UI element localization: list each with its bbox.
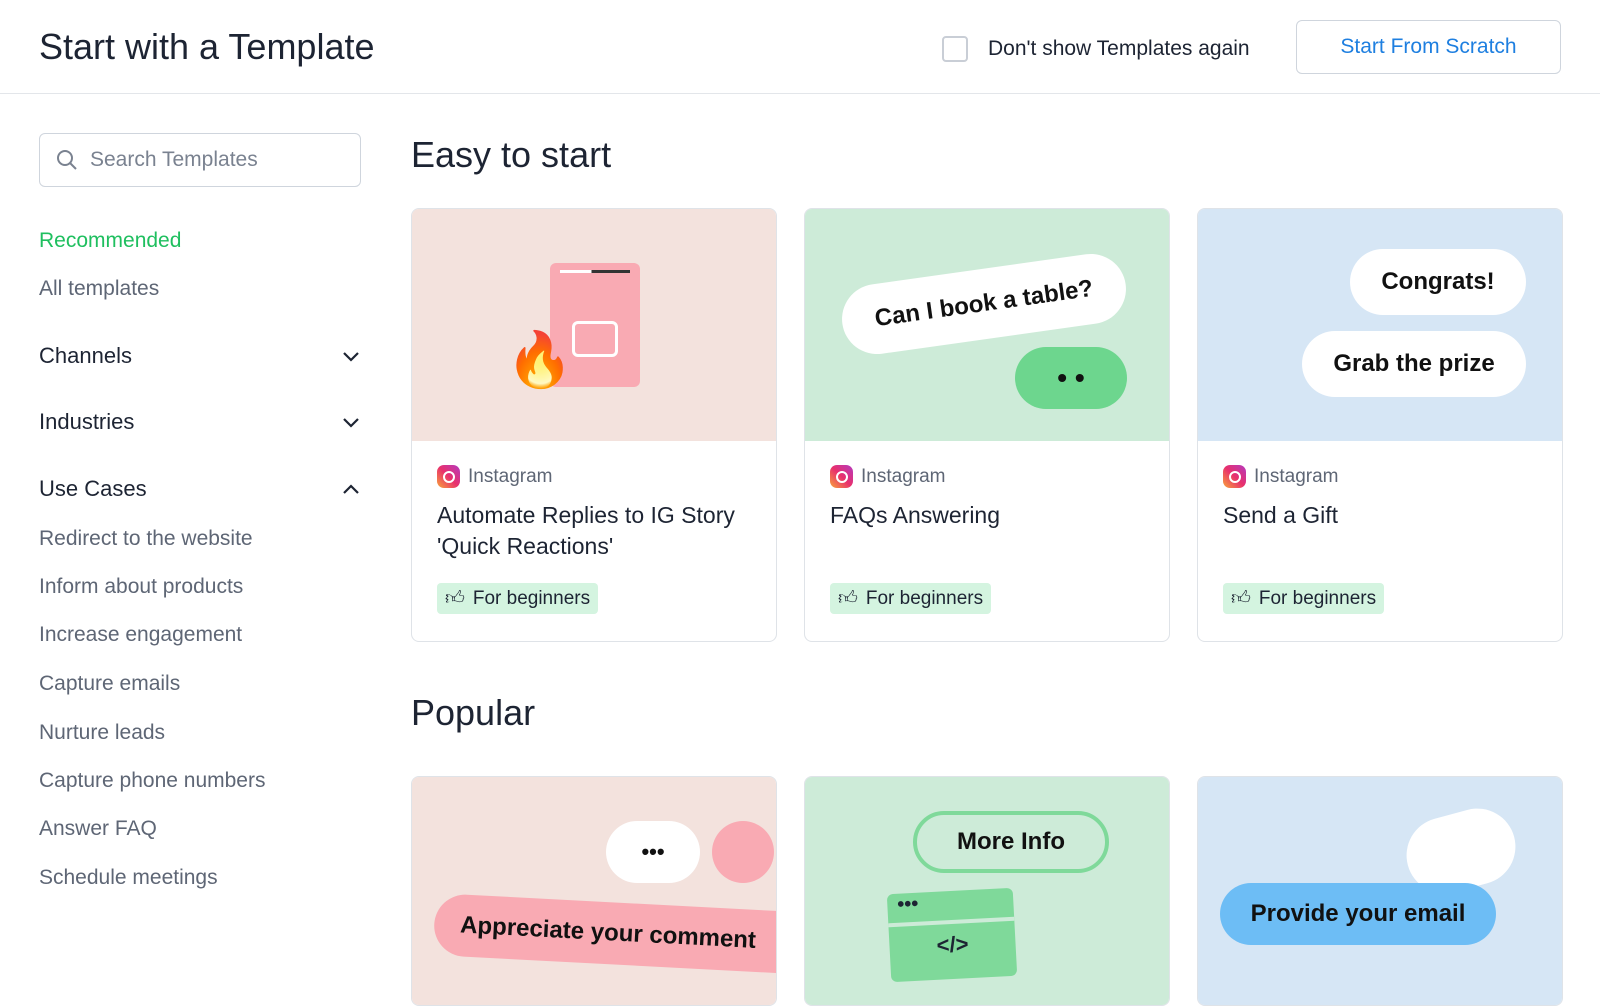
channel-label: Instagram: [1254, 465, 1339, 487]
checkbox-label: Don't show Templates again: [988, 37, 1250, 60]
thumbs-up-icon: 👍︎: [1231, 588, 1251, 609]
beginner-badge: 👍︎ For beginners: [830, 583, 992, 614]
card-illustration: ••• Appreciate your comment: [412, 777, 776, 1005]
use-case-item[interactable]: Capture emails: [39, 672, 180, 696]
code-label: </>: [888, 916, 1017, 962]
header: Start with a Template Don't show Templat…: [0, 0, 1600, 94]
card-illustration: Congrats! Grab the prize: [1198, 209, 1562, 441]
template-card[interactable]: Can I book a table? • • Instagram FAQs A…: [804, 208, 1170, 642]
card-illustration: 🔥: [412, 209, 776, 441]
chevron-down-icon: [343, 352, 359, 362]
chat-bubble: Grab the prize: [1302, 331, 1526, 397]
more-info-button-illustration: More Info: [913, 811, 1109, 873]
chat-bubble: Can I book a table?: [837, 249, 1131, 359]
chat-bubble: Provide your email: [1220, 883, 1496, 945]
checkbox[interactable]: [942, 36, 968, 62]
use-case-item[interactable]: Increase engagement: [39, 623, 242, 647]
section-industries[interactable]: Industries: [39, 409, 361, 435]
industries-label: Industries: [39, 409, 135, 434]
use-case-item[interactable]: Schedule meetings: [39, 866, 218, 890]
chevron-up-icon: [343, 484, 359, 494]
channel-label: Instagram: [468, 465, 553, 487]
nav-all-templates[interactable]: All templates: [39, 277, 159, 301]
card-title: FAQs Answering: [830, 502, 1001, 528]
card-illustration: More Info ••• </>: [805, 777, 1169, 1005]
chat-bubble: Appreciate your comment: [432, 893, 776, 975]
card-illustration: Can I book a table? • •: [805, 209, 1169, 441]
card-title: Automate Replies to IG Story 'Quick Reac…: [437, 502, 735, 559]
section-title-easy: Easy to start: [411, 134, 612, 175]
card-illustration: Provide your email: [1198, 777, 1562, 1005]
instagram-icon: [830, 465, 853, 488]
chat-bubble: Congrats!: [1350, 249, 1526, 315]
chevron-down-icon: [343, 418, 359, 428]
sidebar: Search Templates Recommended All templat…: [39, 133, 361, 889]
template-card[interactable]: 🔥 Instagram Automate Replies to IG Story…: [411, 208, 777, 642]
code-window-icon: ••• </>: [886, 887, 1018, 983]
search-placeholder: Search Templates: [90, 148, 258, 171]
template-card[interactable]: ••• Appreciate your comment: [411, 776, 777, 1006]
instagram-icon: [437, 465, 460, 488]
dont-show-checkbox[interactable]: Don't show Templates again: [942, 36, 1250, 62]
page-title: Start with a Template: [39, 25, 375, 67]
use-case-item[interactable]: Nurture leads: [39, 721, 165, 745]
thumbs-up-icon: 👍︎: [838, 588, 858, 609]
instagram-icon: [1223, 465, 1246, 488]
use-cases-label: Use Cases: [39, 476, 147, 501]
use-case-item[interactable]: Redirect to the website: [39, 527, 253, 551]
section-title-popular: Popular: [411, 692, 536, 733]
card-title: Send a Gift: [1223, 502, 1339, 528]
badge-label: For beginners: [472, 587, 591, 609]
use-case-item[interactable]: Answer FAQ: [39, 817, 157, 841]
start-from-scratch-button[interactable]: Start From Scratch: [1296, 20, 1561, 74]
beginner-badge: 👍︎ For beginners: [437, 583, 599, 614]
template-card[interactable]: Provide your email: [1197, 776, 1563, 1006]
channels-label: Channels: [39, 343, 132, 368]
section-channels[interactable]: Channels: [39, 343, 361, 369]
badge-label: For beginners: [1258, 587, 1377, 609]
beginner-badge: 👍︎ For beginners: [1223, 583, 1385, 614]
badge-label: For beginners: [865, 587, 984, 609]
template-card[interactable]: Congrats! Grab the prize Instagram Send …: [1197, 208, 1563, 642]
typing-bubble: • •: [1015, 347, 1127, 409]
search-input[interactable]: Search Templates: [39, 133, 361, 187]
use-case-item[interactable]: Inform about products: [39, 575, 243, 599]
use-case-item[interactable]: Capture phone numbers: [39, 769, 265, 793]
thumbs-up-icon: 👍︎: [445, 588, 465, 609]
section-use-cases[interactable]: Use Cases: [39, 476, 361, 502]
template-card[interactable]: More Info ••• </>: [804, 776, 1170, 1006]
typing-bubble: •••: [606, 821, 700, 883]
user-avatar-icon: [712, 821, 774, 883]
channel-label: Instagram: [861, 465, 946, 487]
fire-icon: 🔥: [506, 330, 574, 390]
nav-recommended[interactable]: Recommended: [39, 229, 181, 253]
search-icon: [57, 150, 77, 170]
